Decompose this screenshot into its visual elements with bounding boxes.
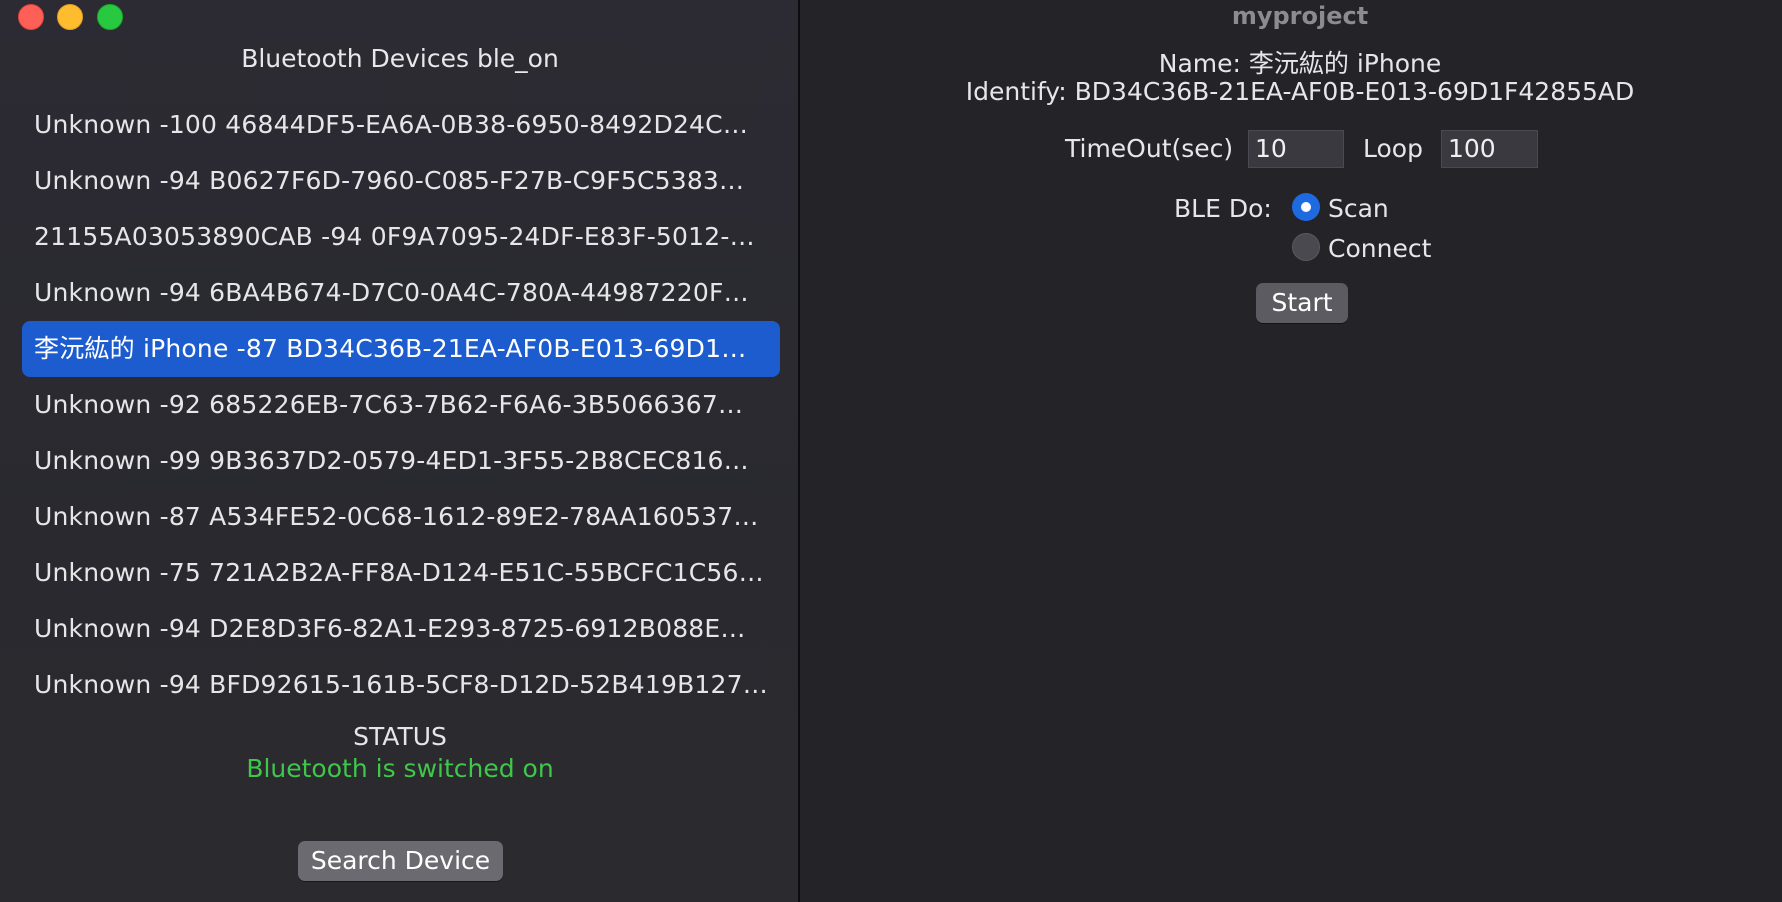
device-list: Unknown -100 46844DF5-EA6A-0B38-6950-849…: [22, 97, 780, 713]
loop-label: Loop: [1363, 134, 1423, 163]
scan-radio[interactable]: [1292, 193, 1320, 221]
minimize-window-icon[interactable]: [57, 4, 83, 30]
device-row[interactable]: 李沅紘的 iPhone -87 BD34C36B-21EA-AF0B-E013-…: [22, 321, 780, 377]
device-row[interactable]: Unknown -100 46844DF5-EA6A-0B38-6950-849…: [22, 97, 780, 153]
status-message: Bluetooth is switched on: [246, 754, 554, 783]
sidebar: Bluetooth Devices ble_on Unknown -100 46…: [0, 0, 800, 902]
timeout-input[interactable]: 10: [1248, 130, 1344, 168]
device-list-title: Bluetooth Devices ble_on: [241, 44, 559, 73]
device-row[interactable]: 21155A03053890CAB -94 0F9A7095-24DF-E83F…: [22, 209, 780, 265]
start-button[interactable]: Start: [1256, 283, 1348, 323]
close-window-icon[interactable]: [18, 4, 44, 30]
device-row[interactable]: Unknown -87 A534FE52-0C68-1612-89E2-78AA…: [22, 489, 780, 545]
device-identify-label: Identify: BD34C36B-21EA-AF0B-E013-69D1F4…: [965, 77, 1635, 106]
device-row[interactable]: Unknown -99 9B3637D2-0579-4ED1-3F55-2B8C…: [22, 433, 780, 489]
device-row[interactable]: Unknown -92 685226EB-7C63-7B62-F6A6-3B50…: [22, 377, 780, 433]
device-row[interactable]: Unknown -94 D2E8D3F6-82A1-E293-8725-6912…: [22, 601, 780, 657]
timeout-label: TimeOut(sec): [1065, 134, 1234, 163]
device-row[interactable]: Unknown -94 BFD92615-161B-5CF8-D12D-52B4…: [22, 657, 780, 713]
window-title: myproject: [1231, 2, 1369, 30]
loop-input[interactable]: 100: [1441, 130, 1538, 168]
connect-radio[interactable]: [1292, 233, 1320, 261]
status-label: STATUS: [353, 722, 447, 751]
device-row[interactable]: Unknown -94 6BA4B674-D7C0-0A4C-780A-4498…: [22, 265, 780, 321]
scan-radio-label[interactable]: Scan: [1328, 194, 1389, 223]
connect-radio-label[interactable]: Connect: [1328, 234, 1431, 263]
app-window: Bluetooth Devices ble_on Unknown -100 46…: [0, 0, 1782, 902]
device-name-label: Name: 李沅紘的 iPhone: [1158, 49, 1442, 78]
device-row[interactable]: Unknown -75 721A2B2A-FF8A-D124-E51C-55BC…: [22, 545, 780, 601]
search-device-button[interactable]: Search Device: [298, 841, 503, 881]
zoom-window-icon[interactable]: [97, 4, 123, 30]
ble-do-label: BLE Do:: [1174, 194, 1272, 223]
device-row[interactable]: Unknown -94 B0627F6D-7960-C085-F27B-C9F5…: [22, 153, 780, 209]
